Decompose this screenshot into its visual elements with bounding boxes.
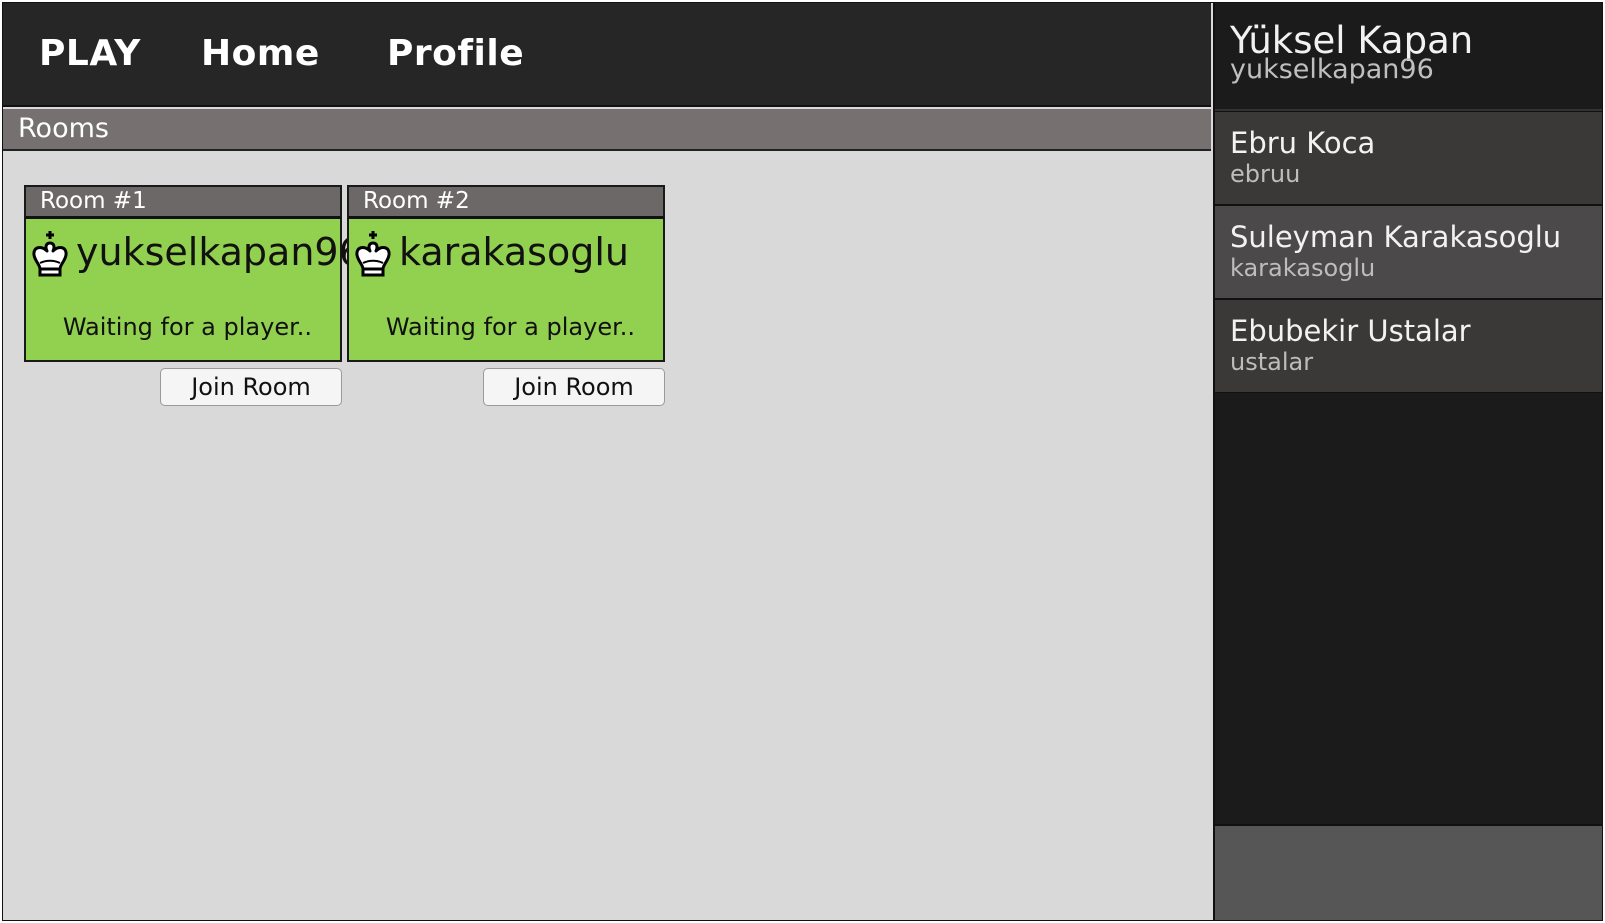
friends-sidebar: Yüksel Kapan yukselkapan96 Ebru Koca ebr… (1213, 3, 1602, 920)
friend-username: karakasoglu (1230, 254, 1376, 282)
friend-name: Suleyman Karakasoglu (1230, 220, 1562, 254)
current-user-panel[interactable]: Yüksel Kapan yukselkapan96 (1215, 3, 1602, 111)
friend-item[interactable]: Ebru Koca ebruu (1215, 111, 1602, 205)
nav-profile[interactable]: Profile (387, 33, 524, 74)
nav-home[interactable]: Home (201, 33, 320, 74)
room-owner: yukselkapan96 (76, 230, 363, 274)
current-user-username: yukselkapan96 (1230, 54, 1434, 85)
join-room-button[interactable]: Join Room (483, 368, 665, 406)
join-room-button[interactable]: Join Room (160, 368, 342, 406)
room-status: Waiting for a player.. (385, 313, 635, 341)
friend-item[interactable]: Suleyman Karakasoglu karakasoglu (1215, 205, 1602, 299)
sidebar-footer (1215, 824, 1602, 920)
room-body: yukselkapan96 Waiting for a player.. (24, 219, 363, 362)
top-nav-bar: PLAY Home Profile (3, 3, 1211, 107)
friend-username: ustalar (1230, 348, 1314, 376)
friend-item[interactable]: Ebubekir Ustalar ustalar (1215, 299, 1602, 393)
friend-username: ebruu (1230, 160, 1301, 188)
friend-name: Ebubekir Ustalar (1230, 314, 1471, 348)
room-card: Room #1 yukselkapan96 Waiting for a play… (24, 185, 363, 406)
app-window: PLAY Home Profile Rooms Room #1 yukselka… (2, 2, 1603, 921)
friend-name: Ebru Koca (1230, 126, 1376, 160)
room-owner: karakasoglu (399, 230, 629, 274)
room-status: Waiting for a player.. (62, 313, 312, 341)
nav-play[interactable]: PLAY (39, 33, 141, 74)
room-body: karakasoglu Waiting for a player.. (347, 219, 665, 362)
chess-king-icon (355, 231, 391, 277)
room-title: Room #1 (24, 185, 342, 219)
room-title: Room #2 (347, 185, 665, 219)
rooms-section-header: Rooms (3, 109, 1211, 151)
chess-king-icon (32, 231, 68, 277)
room-card: Room #2 karakasoglu Waiting for a player… (347, 185, 665, 406)
